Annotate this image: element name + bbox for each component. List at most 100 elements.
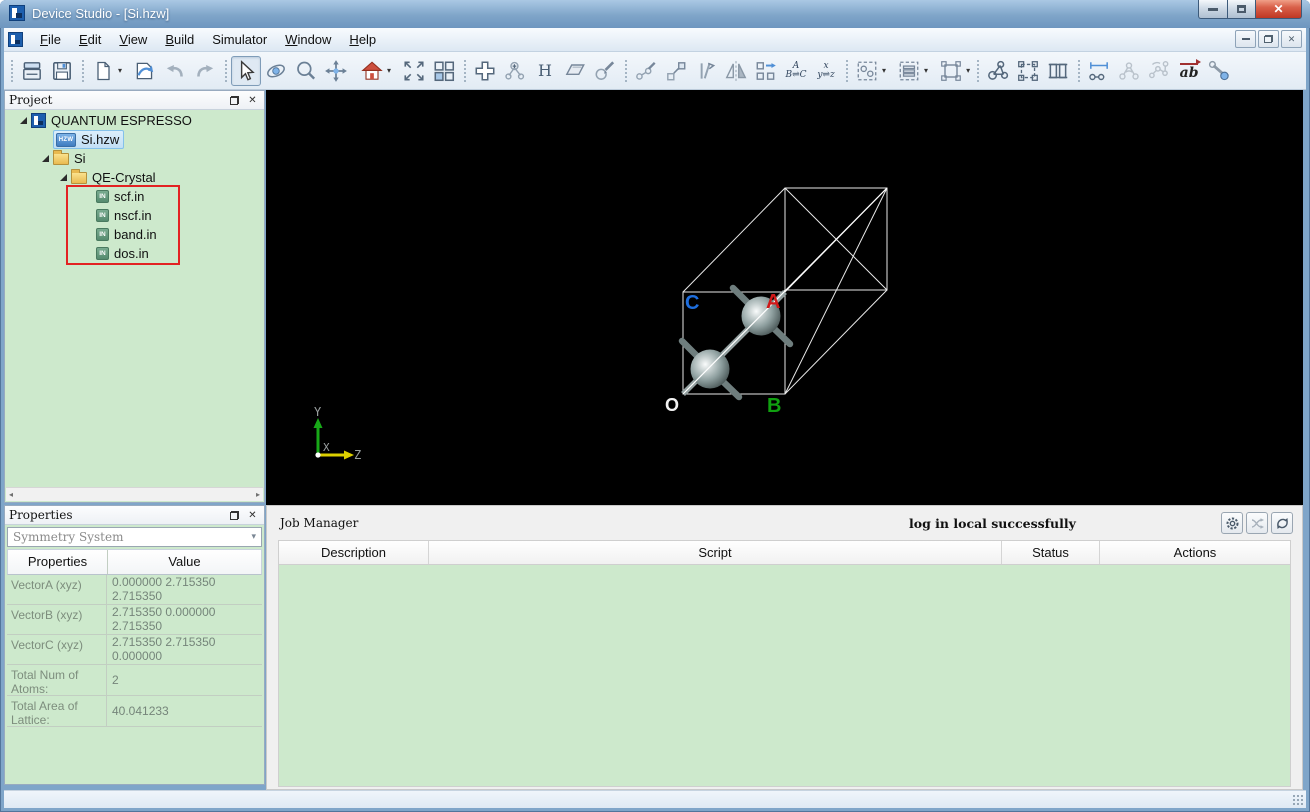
- toolbar-grip[interactable]: [462, 57, 468, 84]
- gear-icon: [1226, 517, 1238, 529]
- swap-cells-button[interactable]: [751, 56, 781, 86]
- toolbar-grip[interactable]: [623, 57, 629, 84]
- edit-bonds-button[interactable]: [631, 56, 661, 86]
- project-float-button[interactable]: [227, 94, 242, 107]
- bond-ball-button[interactable]: [1204, 56, 1234, 86]
- bond-pencil-button[interactable]: [590, 56, 620, 86]
- resize-box-button[interactable]: [661, 56, 691, 86]
- measure-torsion-button: [1144, 56, 1174, 86]
- edit-vectors-button[interactable]: [691, 56, 721, 86]
- measure-distance-button[interactable]: [1084, 56, 1114, 86]
- build-lattice-button[interactable]: [1043, 56, 1073, 86]
- vector-label-button[interactable]: ab: [1174, 56, 1204, 86]
- mirror-button[interactable]: [721, 56, 751, 86]
- add-fragment-button[interactable]: [500, 56, 530, 86]
- expander-icon[interactable]: [20, 117, 27, 124]
- build-cluster-button[interactable]: [983, 56, 1013, 86]
- menu-view[interactable]: View: [110, 29, 156, 50]
- project-horizontal-scrollbar[interactable]: ◂ ▸: [6, 487, 263, 501]
- open-button[interactable]: [17, 56, 47, 86]
- job-col-status[interactable]: Status: [1002, 541, 1100, 564]
- menu-help[interactable]: Help: [340, 29, 385, 50]
- close-button[interactable]: ✕: [1256, 0, 1302, 19]
- redo-button[interactable]: [190, 56, 220, 86]
- menu-build[interactable]: Build: [156, 29, 203, 50]
- job-col-description[interactable]: Description: [279, 541, 429, 564]
- add-atom-button[interactable]: [470, 56, 500, 86]
- menu-bar: File Edit View Build Simulator Window He…: [4, 28, 1306, 52]
- swap-xyz-button[interactable]: x y⇌z: [811, 56, 841, 86]
- swap-abc-button[interactable]: A B⇌C: [781, 56, 811, 86]
- toolbar-grip[interactable]: [80, 57, 85, 84]
- mdi-restore-button[interactable]: [1258, 30, 1279, 48]
- viewport-3d[interactable]: C A B O Y Z X: [266, 90, 1303, 505]
- menu-simulator[interactable]: Simulator: [203, 29, 276, 50]
- shuffle-icon: [1251, 517, 1264, 529]
- select-atoms-dropdown[interactable]: ▾: [882, 66, 886, 75]
- menu-file[interactable]: File: [31, 29, 70, 50]
- job-manager-panel: Job Manager log in local successfully De…: [266, 505, 1303, 790]
- title-bar[interactable]: Device Studio - [Si.hzw] ✕: [0, 0, 1310, 28]
- expander-icon[interactable]: [60, 174, 67, 181]
- properties-panel: Properties ✕ Symmetry System ▾ Propertie…: [4, 505, 265, 785]
- properties-close-button[interactable]: ✕: [245, 509, 260, 522]
- zoom-tool-button[interactable]: [291, 56, 321, 86]
- table-row[interactable]: VectorB (xyz) 2.715350 0.000000 2.715350: [7, 604, 262, 635]
- select-region-dropdown[interactable]: ▾: [966, 66, 970, 75]
- tree-item-quantum-espresso[interactable]: QUANTUM ESPRESSO: [6, 111, 263, 130]
- fit-view-button[interactable]: [399, 56, 429, 86]
- symmetry-system-select[interactable]: Symmetry System ▾: [7, 527, 262, 547]
- menu-window[interactable]: Window: [276, 29, 340, 50]
- home-view-dropdown[interactable]: ▾: [387, 66, 391, 75]
- new-file-dropdown[interactable]: ▾: [118, 66, 122, 75]
- toolbar-grip[interactable]: [975, 57, 981, 84]
- scroll-left-arrow-icon[interactable]: ◂: [9, 490, 13, 499]
- new-file-button[interactable]: [88, 56, 118, 86]
- job-manager-header: Job Manager: [267, 506, 1302, 540]
- toolbar-grip[interactable]: [9, 57, 14, 84]
- mdi-close-button[interactable]: ✕: [1281, 30, 1302, 48]
- table-row[interactable]: Total Num of Atoms: 2: [7, 664, 262, 696]
- undo-button[interactable]: [160, 56, 190, 86]
- prop-name: VectorC (xyz): [7, 634, 107, 664]
- select-layers-button[interactable]: [894, 56, 924, 86]
- select-layers-dropdown[interactable]: ▾: [924, 66, 928, 75]
- build-supercell-button[interactable]: [1013, 56, 1043, 86]
- rotate-tool-button[interactable]: [261, 56, 291, 86]
- select-tool-button[interactable]: [231, 55, 262, 86]
- save-button[interactable]: [47, 56, 77, 86]
- project-close-button[interactable]: ✕: [245, 94, 260, 107]
- silicon-atom[interactable]: [690, 349, 730, 389]
- select-region-button[interactable]: [936, 56, 966, 86]
- properties-panel-header: Properties ✕: [5, 506, 264, 525]
- table-row[interactable]: VectorC (xyz) 2.715350 2.715350 0.000000: [7, 634, 262, 665]
- minimize-button[interactable]: [1198, 0, 1228, 19]
- toolbar-grip[interactable]: [844, 57, 850, 84]
- maximize-button[interactable]: [1228, 0, 1256, 19]
- eraser-button[interactable]: [560, 56, 590, 86]
- home-view-button[interactable]: [357, 56, 387, 86]
- menu-edit[interactable]: Edit: [70, 29, 110, 50]
- tree-item-si-folder[interactable]: Si: [6, 149, 263, 168]
- select-atoms-button[interactable]: [852, 56, 882, 86]
- table-row[interactable]: Total Area of Lattice: 40.041233: [7, 695, 262, 727]
- expander-icon[interactable]: [42, 155, 49, 162]
- scroll-right-arrow-icon[interactable]: ▸: [256, 490, 260, 499]
- properties-float-button[interactable]: [227, 509, 242, 522]
- tile-windows-button[interactable]: [429, 56, 459, 86]
- resize-grip[interactable]: [1292, 794, 1304, 806]
- job-settings-button[interactable]: [1221, 512, 1243, 534]
- pan-tool-button[interactable]: [321, 56, 351, 86]
- table-row[interactable]: VectorA (xyz) 0.000000 2.715350 2.715350: [7, 574, 262, 605]
- z-axis-label: Z: [354, 448, 361, 462]
- mdi-minimize-button[interactable]: [1235, 30, 1256, 48]
- add-hydrogen-button[interactable]: H: [530, 56, 560, 86]
- export-button[interactable]: [130, 56, 160, 86]
- toolbar-grip[interactable]: [223, 57, 229, 84]
- toolbar-grip[interactable]: [1076, 57, 1082, 84]
- job-col-script[interactable]: Script: [429, 541, 1002, 564]
- tile-windows-icon: [434, 61, 455, 81]
- tree-item-si-hzw[interactable]: HZW Si.hzw: [6, 130, 263, 149]
- job-refresh-button[interactable]: [1271, 512, 1293, 534]
- job-col-actions[interactable]: Actions: [1100, 541, 1290, 564]
